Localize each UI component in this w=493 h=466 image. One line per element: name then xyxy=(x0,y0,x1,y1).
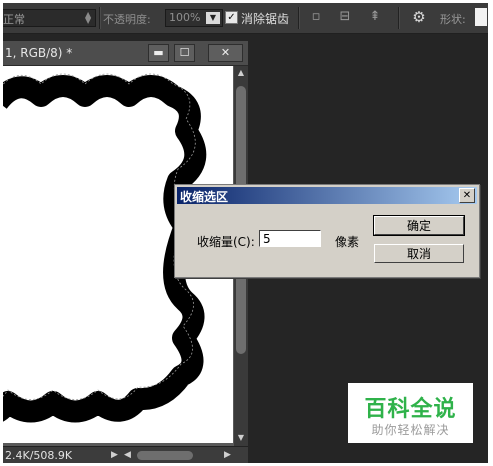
scroll-down-icon[interactable]: ▼ xyxy=(234,433,248,442)
watermark-logo: 百科全说 助你轻松解决 xyxy=(348,383,473,443)
contract-amount-input[interactable]: 5 xyxy=(259,230,321,247)
opacity-value: 100% xyxy=(169,11,201,24)
opacity-label: 不透明度: xyxy=(103,13,151,26)
dialog-close-button[interactable]: ✕ xyxy=(459,188,475,203)
horizontal-scroll-thumb[interactable] xyxy=(137,451,193,460)
close-button[interactable]: ✕ xyxy=(208,44,243,62)
status-menu-arrow-icon[interactable]: ▶ xyxy=(111,450,118,460)
shape-label: 形状: xyxy=(440,13,466,26)
opacity-field[interactable]: 100% ▼ xyxy=(165,9,223,27)
dialog-title: 收缩选区 xyxy=(180,190,229,204)
photoshop-workspace: 正常 ▲ ▼ 不透明度: 100% ▼ ✓ 消除锯齿 ▫ ⊟ ⇞ ⚙ 形状: 1,… xyxy=(3,3,488,463)
scroll-left-icon[interactable]: ◀ xyxy=(124,450,131,460)
status-bar: 2.4K/508.9K ▶ ◀ ▶ xyxy=(3,446,248,463)
contract-selection-dialog: 收缩选区 ✕ 收缩量(C): 5 像素 确定 取消 xyxy=(174,184,480,278)
unit-label: 像素 xyxy=(335,235,360,249)
separator xyxy=(99,7,101,29)
blend-mode-value: 正常 xyxy=(3,13,25,26)
new-layer-icon[interactable]: ▫ xyxy=(308,9,324,25)
separator xyxy=(298,7,300,29)
scroll-up-icon[interactable]: ▲ xyxy=(234,68,248,77)
shape-picker[interactable] xyxy=(475,8,487,26)
document-titlebar[interactable]: 1, RGB/8) * ▬ ☐ ✕ xyxy=(3,41,248,66)
maximize-button[interactable]: ☐ xyxy=(174,44,195,62)
minimize-button[interactable]: ▬ xyxy=(148,44,169,62)
antialias-checkbox[interactable]: ✓ xyxy=(225,11,238,24)
ok-button[interactable]: 确定 xyxy=(373,215,465,236)
mode-spinner-icon[interactable]: ▲ ▼ xyxy=(85,11,91,25)
options-bar: 正常 ▲ ▼ 不透明度: 100% ▼ ✓ 消除锯齿 ▫ ⊟ ⇞ ⚙ 形状: xyxy=(3,3,488,34)
align-icon[interactable]: ⊟ xyxy=(337,9,353,25)
antialias-label: 消除锯齿 xyxy=(241,12,290,26)
cancel-button[interactable]: 取消 xyxy=(374,244,464,263)
arrange-icon[interactable]: ⇞ xyxy=(367,9,383,25)
watermark-tagline: 助你轻松解决 xyxy=(371,423,450,437)
doc-size-status: 2.4K/508.9K xyxy=(5,449,73,462)
separator xyxy=(398,7,400,29)
scroll-right-icon[interactable]: ▶ xyxy=(224,450,231,460)
document-title: 1, RGB/8) * xyxy=(5,46,73,60)
dialog-titlebar[interactable]: 收缩选区 ✕ xyxy=(177,187,477,204)
contract-amount-label: 收缩量(C): xyxy=(197,235,255,249)
watermark-brand: 百科全说 xyxy=(364,397,457,422)
gear-icon[interactable]: ⚙ xyxy=(411,9,427,25)
blend-mode-select[interactable]: 正常 ▲ ▼ xyxy=(3,9,96,27)
opacity-dropdown-icon[interactable]: ▼ xyxy=(206,12,220,24)
